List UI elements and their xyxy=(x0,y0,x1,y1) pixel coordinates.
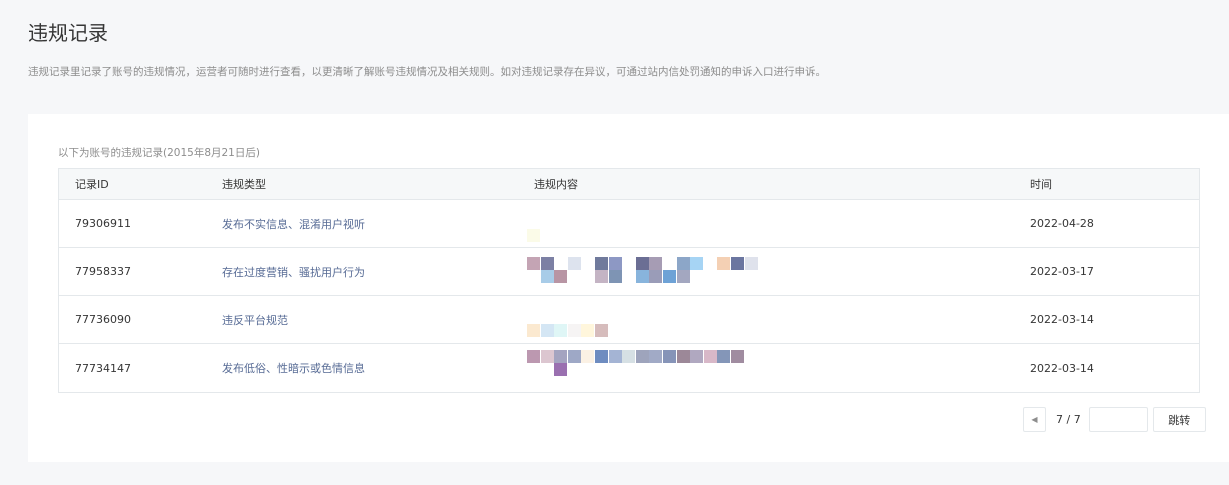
record-id: 79306911 xyxy=(75,217,131,230)
violation-time: 2022-03-14 xyxy=(1030,361,1094,375)
page-jump-input[interactable] xyxy=(1088,407,1148,432)
violation-type-link[interactable]: 发布不实信息、混淆用户视听 xyxy=(222,216,365,232)
table-row: 77958337 存在过度营销、骚扰用户行为 2022-03-17 xyxy=(59,248,1199,296)
violation-time: 2022-03-14 xyxy=(1030,313,1094,326)
violation-records-panel: 以下为账号的违规记录(2015年8月21日后) 记录ID 违规类型 违规内容 时… xyxy=(28,114,1229,462)
jump-button[interactable]: 跳转 xyxy=(1152,407,1206,432)
pagination: ◀ 7 / 7 跳转 xyxy=(1023,407,1206,432)
violation-time: 2022-03-17 xyxy=(1030,265,1094,278)
record-id: 77734147 xyxy=(75,361,131,375)
redacted-content xyxy=(527,324,609,337)
prev-page-button[interactable]: ◀ xyxy=(1023,407,1046,432)
record-id: 77958337 xyxy=(75,265,131,278)
violation-time: 2022-04-28 xyxy=(1030,217,1094,230)
table-caption: 以下为账号的违规记录(2015年8月21日后) xyxy=(58,147,260,159)
violation-type-link[interactable]: 违反平台规范 xyxy=(222,312,288,328)
violation-table: 记录ID 违规类型 违规内容 时间 79306911 发布不实信息、混淆用户视听… xyxy=(58,168,1200,393)
redacted-content xyxy=(527,257,758,283)
page-info: 7 / 7 xyxy=(1056,413,1081,426)
header-violation-type: 违规类型 xyxy=(222,178,266,191)
violation-type-link[interactable]: 发布低俗、性暗示或色情信息 xyxy=(222,360,365,376)
caret-left-icon: ◀ xyxy=(1031,415,1038,424)
redacted-content xyxy=(527,229,553,242)
header-record-id: 记录ID xyxy=(75,178,109,191)
header-time: 时间 xyxy=(1030,178,1052,191)
record-id: 77736090 xyxy=(75,313,131,326)
table-row: 79306911 发布不实信息、混淆用户视听 2022-04-28 xyxy=(59,200,1199,248)
violation-type-link[interactable]: 存在过度营销、骚扰用户行为 xyxy=(222,264,365,280)
redacted-content xyxy=(527,350,758,376)
page-title: 违规记录 xyxy=(28,21,108,45)
table-header: 记录ID 违规类型 违规内容 时间 xyxy=(59,169,1199,200)
table-row: 77734147 发布低俗、性暗示或色情信息 2022-03-14 xyxy=(59,344,1199,392)
page-description: 违规记录里记录了账号的违规情况，运营者可随时进行查看，以更清晰了解账号违规情况及… xyxy=(28,66,826,78)
header-violation-content: 违规内容 xyxy=(534,178,578,191)
table-row: 77736090 违反平台规范 2022-03-14 xyxy=(59,296,1199,344)
